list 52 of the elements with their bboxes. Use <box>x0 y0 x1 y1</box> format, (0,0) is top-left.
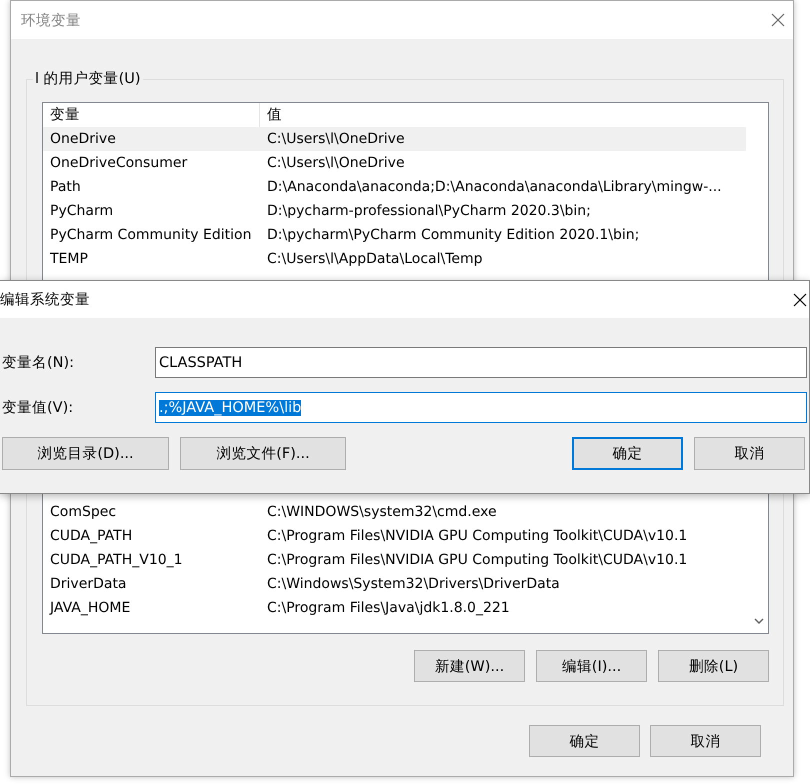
column-header[interactable]: 值 <box>260 103 282 127</box>
button[interactable]: 确定 <box>529 725 640 757</box>
button[interactable]: 删除(L) <box>658 650 769 682</box>
list-row[interactable]: JAVA_HOME C:\Program Files\Java\jdk1.8.0_221 <box>43 596 746 620</box>
variable-value: C:\Program Files\Java\jdk1.8.0_221 <box>266 600 510 616</box>
variable-value: C:\WINDOWS\system32\cmd.exe <box>266 504 497 520</box>
list-row[interactable]: OneDriveConsumer C:\Users\l\OneDrive <box>43 151 746 175</box>
list-row[interactable]: TEMP C:\Users\l\AppData\Local\Temp <box>43 247 746 271</box>
list-row[interactable]: DriverData C:\Windows\System32\Drivers\DriverData <box>43 572 746 596</box>
variable-name: CUDA_PATH_V10_1 <box>49 552 184 568</box>
list-row[interactable]: OneDrive C:\Users\l\OneDrive <box>43 127 746 151</box>
button[interactable]: 确定 <box>572 437 683 470</box>
variable-name: PyCharm Community Edition <box>49 227 252 243</box>
list-row[interactable]: ComSpec C:\WINDOWS\system32\cmd.exe <box>43 500 746 524</box>
variable-value: C:\Users\l\OneDrive <box>266 131 405 147</box>
window-title: 环境变量 <box>21 12 81 30</box>
variable-value: D:\pycharm\PyCharm Community Edition 2020.1\bin; <box>266 227 640 243</box>
variable-value: D:\Anaconda\anaconda;D:\Anaconda\anaconda\Library\mingw-... <box>266 179 722 195</box>
group-label: l 的用户变量(U) <box>33 69 143 88</box>
variable-name: ComSpec <box>49 504 118 520</box>
variable-value: C:\Program Files\NVIDIA GPU Computing Toolkit\CUDA\v10.1 <box>266 528 688 544</box>
field-label: 变量名(N): <box>2 354 76 372</box>
list-row[interactable]: CUDA_PATH_V10_1 C:\Program Files\NVIDIA GPU Computing Toolkit\CUDA\v10.1 <box>43 548 746 572</box>
variable-name: CUDA_PATH <box>49 528 134 544</box>
variable-name: JAVA_HOME <box>48 600 132 616</box>
input-field[interactable]: .;%JAVA_HOME%\lib <box>155 392 807 423</box>
variable-value: C:\Program Files\NVIDIA GPU Computing Toolkit\CUDA\v10.1 <box>266 552 688 568</box>
button[interactable]: 取消 <box>650 725 761 757</box>
button[interactable]: 浏览目录(D)... <box>2 437 169 470</box>
list-row[interactable]: PyCharm Community Edition D:\pycharm\PyCharm Community Edition 2020.1\bin; <box>43 223 746 247</box>
dialog-title: 编辑系统变量 <box>0 290 90 309</box>
scroll-down-icon[interactable] <box>754 618 764 625</box>
list-row[interactable]: PyCharm D:\pycharm-professional\PyCharm 2020.3\bin; <box>43 199 746 223</box>
variable-value: D:\pycharm-professional\PyCharm 2020.3\bin; <box>266 203 591 219</box>
variable-value: C:\Windows\System32\Drivers\DriverData <box>266 576 560 592</box>
close-icon[interactable] <box>793 292 807 306</box>
field-label: 变量值(V): <box>2 398 74 417</box>
list-row[interactable]: Path D:\Anaconda\anaconda;D:\Anaconda\anaconda\Library\mingw-... <box>43 175 746 199</box>
variable-name: PyCharm <box>49 203 114 219</box>
list-row[interactable]: CUDA_PATH C:\Program Files\NVIDIA GPU Computing Toolkit\CUDA\v10.1 <box>43 524 746 548</box>
variable-name: TEMP <box>49 251 89 267</box>
button[interactable]: 取消 <box>694 437 805 470</box>
variable-name: Path <box>49 179 82 195</box>
variable-value: C:\Users\l\OneDrive <box>266 155 405 171</box>
variable-name: DriverData <box>49 576 128 592</box>
variable-name: OneDriveConsumer <box>49 155 188 171</box>
input-field[interactable]: CLASSPATH <box>155 347 807 378</box>
button[interactable]: 新建(W)... <box>414 650 525 682</box>
button[interactable]: 浏览文件(F)... <box>180 437 346 470</box>
button[interactable]: 编辑(I)... <box>536 650 647 682</box>
variable-name: OneDrive <box>49 131 117 147</box>
variable-value: C:\Users\l\AppData\Local\Temp <box>266 251 483 267</box>
